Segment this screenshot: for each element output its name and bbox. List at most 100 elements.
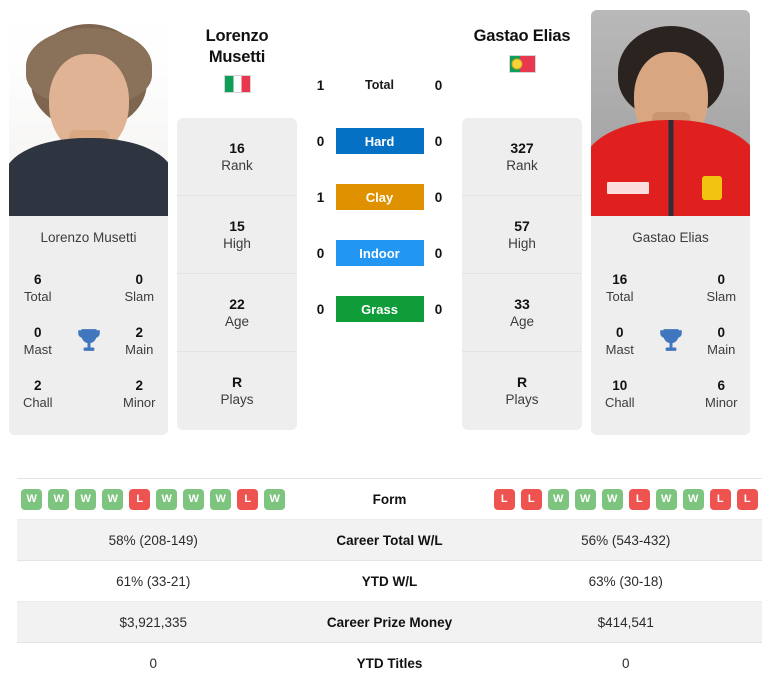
h2h-row-clay: 1 Clay 0 [297,169,462,225]
left-player-card-name: Lorenzo Musetti [9,216,168,258]
right-titles-slam-label: Slam [706,288,737,304]
left-trophy-spacer-bottom [67,368,111,419]
stats-row-career-prize-money-label: Career Prize Money [326,614,453,630]
right-titles-minor-label: Minor [704,395,738,411]
left-player-name-line2: Musetti [208,47,266,66]
h2h-row-total: 1 Total 0 [297,57,462,113]
right-titles-chall: 10 Chall [591,368,649,419]
form-badge-l: L [237,488,259,510]
left-player-card[interactable]: Lorenzo Musetti 6 Total 0 Slam 0 Mast 2 … [9,10,169,436]
left-form-cell: WWWWLWWWLW [17,488,290,510]
form-badge-w: W [655,488,677,510]
left-player-photo [9,10,168,216]
portrait-illustration [9,10,168,216]
stats-row-form: WWWWLWWWLW Form LLWWWLWWLL [17,478,762,519]
right-stat-high-value: 57 [514,217,530,234]
form-badge-w: W [601,488,623,510]
left-stat-rank: 16 Rank [177,118,297,196]
form-badge-l: L [709,488,731,510]
form-badge-w: W [21,488,43,510]
right-stat-plays-value: R [516,374,528,391]
left-player-heading: Lorenzo Musetti [177,0,297,118]
surface-badge-clay[interactable]: Clay [335,184,424,210]
left-titles-main: 2 Main [111,315,169,366]
right-stat-high-label: High [508,235,536,251]
left-stat-high-value: 15 [229,217,245,234]
left-stat-plays-value: R [231,374,243,391]
right-trophy-spacer-top [649,262,693,313]
italy-flag-icon [223,75,251,94]
left-stat-rank-value: 16 [229,139,245,156]
torso-shape [9,138,168,216]
form-badge-l: L [736,488,758,510]
form-badge-l: L [628,488,650,510]
left-titles-main-label: Main [125,342,154,357]
left-rank-column: Lorenzo Musetti 16 Rank 15 High 22 Age R… [177,0,297,430]
right-trophy-cell [649,315,693,366]
left-titles-minor: 2 Minor [111,368,169,419]
left-ytd-titles: 0 [149,655,157,671]
h2h-row-indoor: 0 Indoor 0 [297,225,462,281]
right-player-heading: Gastao Elias [462,0,582,118]
right-player-photo [591,10,750,216]
trophy-icon [659,328,682,351]
right-titles-chall-value: 10 [612,378,628,394]
stats-row-form-label: Form [372,491,407,507]
right-stat-rank-label: Rank [506,157,538,173]
form-badge-l: L [129,488,151,510]
left-titles-chall: 2 Chall [9,368,67,419]
form-badge-l: L [520,488,542,510]
h2h-total-right-score: 0 [434,77,443,93]
surface-badge-grass[interactable]: Grass [335,296,424,322]
h2h-indoor-right-score: 0 [434,245,443,261]
right-titles-slam-value: 0 [717,272,725,287]
form-badge-w: W [210,488,232,510]
right-player-name: Gastao Elias [474,26,571,47]
h2h-clay-right-score: 0 [434,189,443,205]
left-stat-plays-label: Plays [220,392,254,408]
right-stat-high: 57 High [462,196,582,274]
team-crest-shape [702,176,722,200]
left-player-column: Lorenzo Musetti 6 Total 0 Slam 0 Mast 2 … [0,0,177,436]
left-stat-rank-label: Rank [221,157,253,173]
form-badge-w: W [682,488,704,510]
right-player-column: Gastao Elias 16 Total 0 Slam 0 Mast 0 Ma… [582,0,759,436]
form-badge-w: W [547,488,569,510]
left-titles-mast-label: Mast [23,342,52,357]
left-titles-total-value: 6 [33,272,42,287]
right-ytd-titles: 0 [621,655,630,671]
h2h-hard-left-score: 0 [316,133,325,149]
left-player-name-line1: Lorenzo [205,27,269,45]
right-stat-rank: 327 Rank [462,118,582,196]
left-trophy-spacer-top [67,262,111,313]
trophy-icon [77,328,100,351]
right-form-cell: LLWWWLWWLL [490,488,763,510]
left-titles-minor-label: Minor [122,395,156,411]
right-form-badges: LLWWWLWWLL [490,488,763,510]
stats-row-career-total-wl-label: Career Total W/L [336,532,443,548]
stats-row-ytd-wl-label: YTD W/L [361,573,418,589]
surface-badge-indoor[interactable]: Indoor [335,240,424,266]
left-stat-age-value: 22 [229,295,245,312]
h2h-total-label: Total [365,78,394,92]
form-badge-w: W [75,488,97,510]
right-stat-plays-label: Plays [505,392,539,408]
comparison-stats-table: WWWWLWWWLW Form LLWWWLWWLL 58% (208-149)… [0,478,779,683]
left-career-total-wl: 58% (208-149) [108,532,198,548]
right-stat-age: 33 Age [462,274,582,352]
form-badge-l: L [493,488,515,510]
left-titles-mast: 0 Mast [9,315,67,366]
right-titles-total-value: 16 [612,272,628,287]
portugal-flag-icon [508,54,536,73]
left-titles-main-value: 2 [135,325,143,341]
left-stat-high: 15 High [177,196,297,274]
h2h-grass-right-score: 0 [434,301,443,317]
right-player-card[interactable]: Gastao Elias 16 Total 0 Slam 0 Mast 0 Ma… [591,10,750,436]
left-titles-grid: 6 Total 0 Slam 0 Mast 2 Main 2 Chall 2 M… [9,258,169,436]
form-badge-w: W [156,488,178,510]
surface-badge-hard[interactable]: Hard [335,128,424,154]
jacket-text-shape [607,182,649,194]
right-ytd-wl: 63% (30-18) [588,573,663,589]
right-career-prize-money: $414,541 [597,614,654,630]
left-titles-minor-value: 2 [135,378,143,394]
